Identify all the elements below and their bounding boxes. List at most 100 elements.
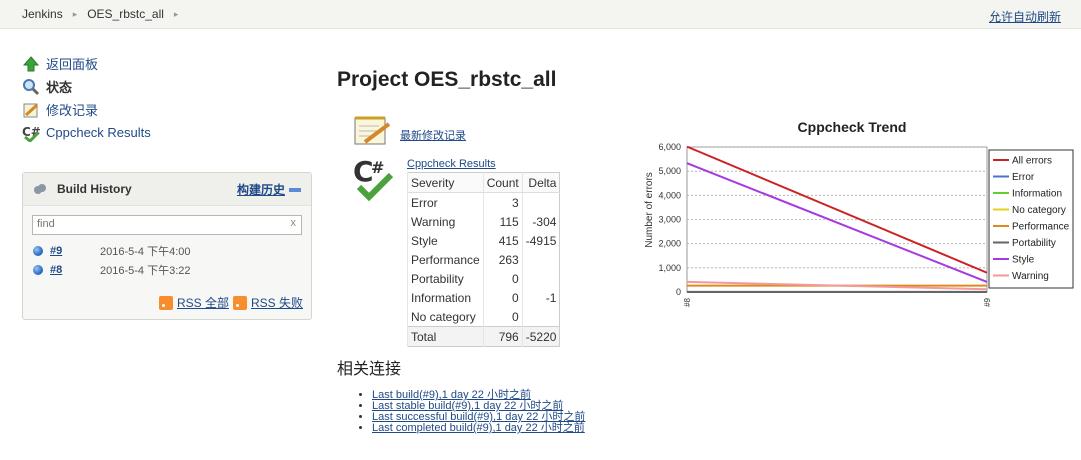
column-header: Count	[482, 172, 523, 193]
delta-cell: -4915	[521, 231, 560, 250]
severity-cell: Style	[407, 231, 484, 250]
count-cell: 0	[482, 269, 523, 288]
chart-y-axis-label: Number of errors	[644, 172, 655, 248]
search-icon	[22, 78, 40, 96]
sidebar-item-back-to-dashboard[interactable]: 返回面板	[22, 52, 312, 75]
build-trend-label[interactable]: 构建历史	[237, 183, 285, 197]
delta-cell	[521, 250, 560, 269]
count-cell: 3	[482, 192, 523, 212]
column-header: Delta	[521, 172, 560, 193]
clear-search-button[interactable]: x	[291, 217, 297, 229]
y-tick-label: 5,000	[658, 166, 681, 176]
rss-icon	[232, 295, 247, 310]
count-cell: 115	[482, 212, 523, 231]
enable-autorefresh-link[interactable]: 允许自动刷新	[989, 8, 1061, 25]
table-row: Warning 115 -304	[407, 212, 560, 231]
cppcheck-results-link[interactable]: Cppcheck Results	[407, 158, 496, 170]
delta-cell	[521, 269, 560, 288]
legend-entry: All errors	[1012, 156, 1052, 167]
column-header: Severity	[407, 172, 484, 193]
severity-cell: Information	[407, 288, 484, 307]
legend-entry: Warning	[1012, 271, 1049, 282]
build-search-input[interactable]	[33, 216, 281, 232]
total-label: Total	[407, 326, 484, 347]
severity-cell: No category	[407, 307, 484, 327]
list-item: Last completed build(#9),1 day 22 小时之前	[372, 423, 585, 434]
legend-entry: No category	[1012, 205, 1066, 216]
sidebar-item-label[interactable]: Cppcheck Results	[46, 125, 151, 140]
build-timestamp: 2016-5-4 下午3:22	[100, 264, 191, 277]
build-status-ball-icon	[33, 264, 43, 275]
breadcrumb-separator[interactable]: ▸	[73, 9, 78, 20]
breadcrumb-project[interactable]: OES_rbstc_all	[87, 7, 164, 21]
related-links-heading: 相关连接	[337, 361, 402, 378]
legend-entry: Performance	[1012, 222, 1070, 233]
delta-cell: -304	[521, 212, 560, 231]
build-history-title: Build History	[57, 182, 132, 196]
build-row: #9 2016-5-4 下午4:00	[23, 241, 311, 260]
trend-icon	[289, 188, 301, 193]
count-cell: 263	[482, 250, 523, 269]
sidebar-item-label[interactable]: 修改记录	[46, 100, 98, 119]
severity-cell: Performance	[407, 250, 484, 269]
delta-cell	[521, 192, 560, 212]
total-delta: -5220	[521, 326, 560, 347]
cppcheck-icon: C#	[22, 124, 41, 143]
last-completed-build-link[interactable]: Last completed build(#9),1 day 22 小时之前	[372, 422, 585, 434]
related-links-list: Last build(#9),1 day 22 小时之前 Last stable…	[358, 390, 585, 434]
table-total-row: Total 796 -5220	[407, 326, 560, 347]
table-row: No category 0	[407, 307, 560, 327]
rss-failed-link[interactable]: RSS 失败	[251, 294, 303, 311]
y-tick-label: 4,000	[658, 190, 681, 200]
severity-cell: Portability	[407, 269, 484, 288]
severity-cell: Warning	[407, 212, 484, 231]
build-history-widget: Build History 构建历史 x #9 2016-5-4 下午4:00 …	[22, 172, 312, 320]
x-tick-label: #8	[683, 297, 692, 306]
build-search-box: x	[32, 215, 302, 235]
svg-text:#: #	[371, 158, 384, 177]
breadcrumb-jenkins[interactable]: Jenkins	[22, 7, 63, 21]
table-header-row: Severity Count Delta	[407, 172, 560, 193]
recent-changes-block: 最新修改记录	[353, 112, 466, 146]
build-link[interactable]: #9	[50, 245, 100, 257]
rss-links: RSS 全部 RSS 失败	[158, 294, 303, 311]
delta-cell	[521, 307, 560, 327]
sidebar-item-status[interactable]: 状态	[22, 75, 312, 98]
breadcrumb-separator-menu[interactable]: ▸	[174, 9, 179, 20]
sidebar-item-label[interactable]: 返回面板	[46, 54, 98, 73]
severity-cell: Error	[407, 192, 484, 212]
build-link[interactable]: #8	[50, 264, 100, 276]
sidebar-tasks: 返回面板 状态 修改记录 C# Cppcheck Results	[22, 52, 312, 144]
delta-cell: -1	[521, 288, 560, 307]
legend-entry: Error	[1012, 172, 1035, 183]
cppcheck-icon: C #	[353, 155, 394, 202]
y-tick-label: 1,000	[658, 263, 681, 273]
build-status-ball-icon	[33, 245, 43, 256]
y-tick-label: 3,000	[658, 215, 681, 225]
legend-entry: Style	[1012, 255, 1035, 266]
y-tick-label: 2,000	[658, 239, 681, 249]
x-tick-label: #9	[983, 297, 992, 306]
cppcheck-trend-chart[interactable]: Cppcheck Trend Number of errors 0 1,000 2,…	[630, 110, 1080, 330]
rss-all-link[interactable]: RSS 全部	[177, 294, 229, 311]
svg-text:C#: C#	[22, 125, 40, 139]
total-count: 796	[482, 326, 523, 347]
sidebar-item-label[interactable]: 状态	[46, 77, 72, 96]
up-arrow-icon	[22, 55, 40, 73]
table-row: Style 415 -4915	[407, 231, 560, 250]
recent-changes-link[interactable]: 最新修改记录	[400, 127, 466, 143]
page-title: Project OES_rbstc_all	[337, 68, 557, 91]
rss-icon	[158, 295, 173, 310]
build-trend-link[interactable]: 构建历史	[237, 181, 301, 198]
cppcheck-table: Severity Count Delta Error 3 Warning 115 -3…	[407, 172, 561, 347]
sidebar-item-changes[interactable]: 修改记录	[22, 98, 312, 121]
count-cell: 0	[482, 307, 523, 327]
sidebar-item-cppcheck-results[interactable]: C# Cppcheck Results	[22, 121, 312, 144]
count-cell: 415	[482, 231, 523, 250]
y-tick-label: 0	[676, 287, 681, 297]
chart-legend	[988, 149, 1074, 289]
breadcrumb-bar: Jenkins ▸ OES_rbstc_all ▸ 允许自动刷新	[0, 0, 1081, 29]
chart-title: Cppcheck Trend	[798, 119, 907, 135]
build-history-header: Build History 构建历史	[23, 173, 311, 206]
table-row: Portability 0	[407, 269, 560, 288]
